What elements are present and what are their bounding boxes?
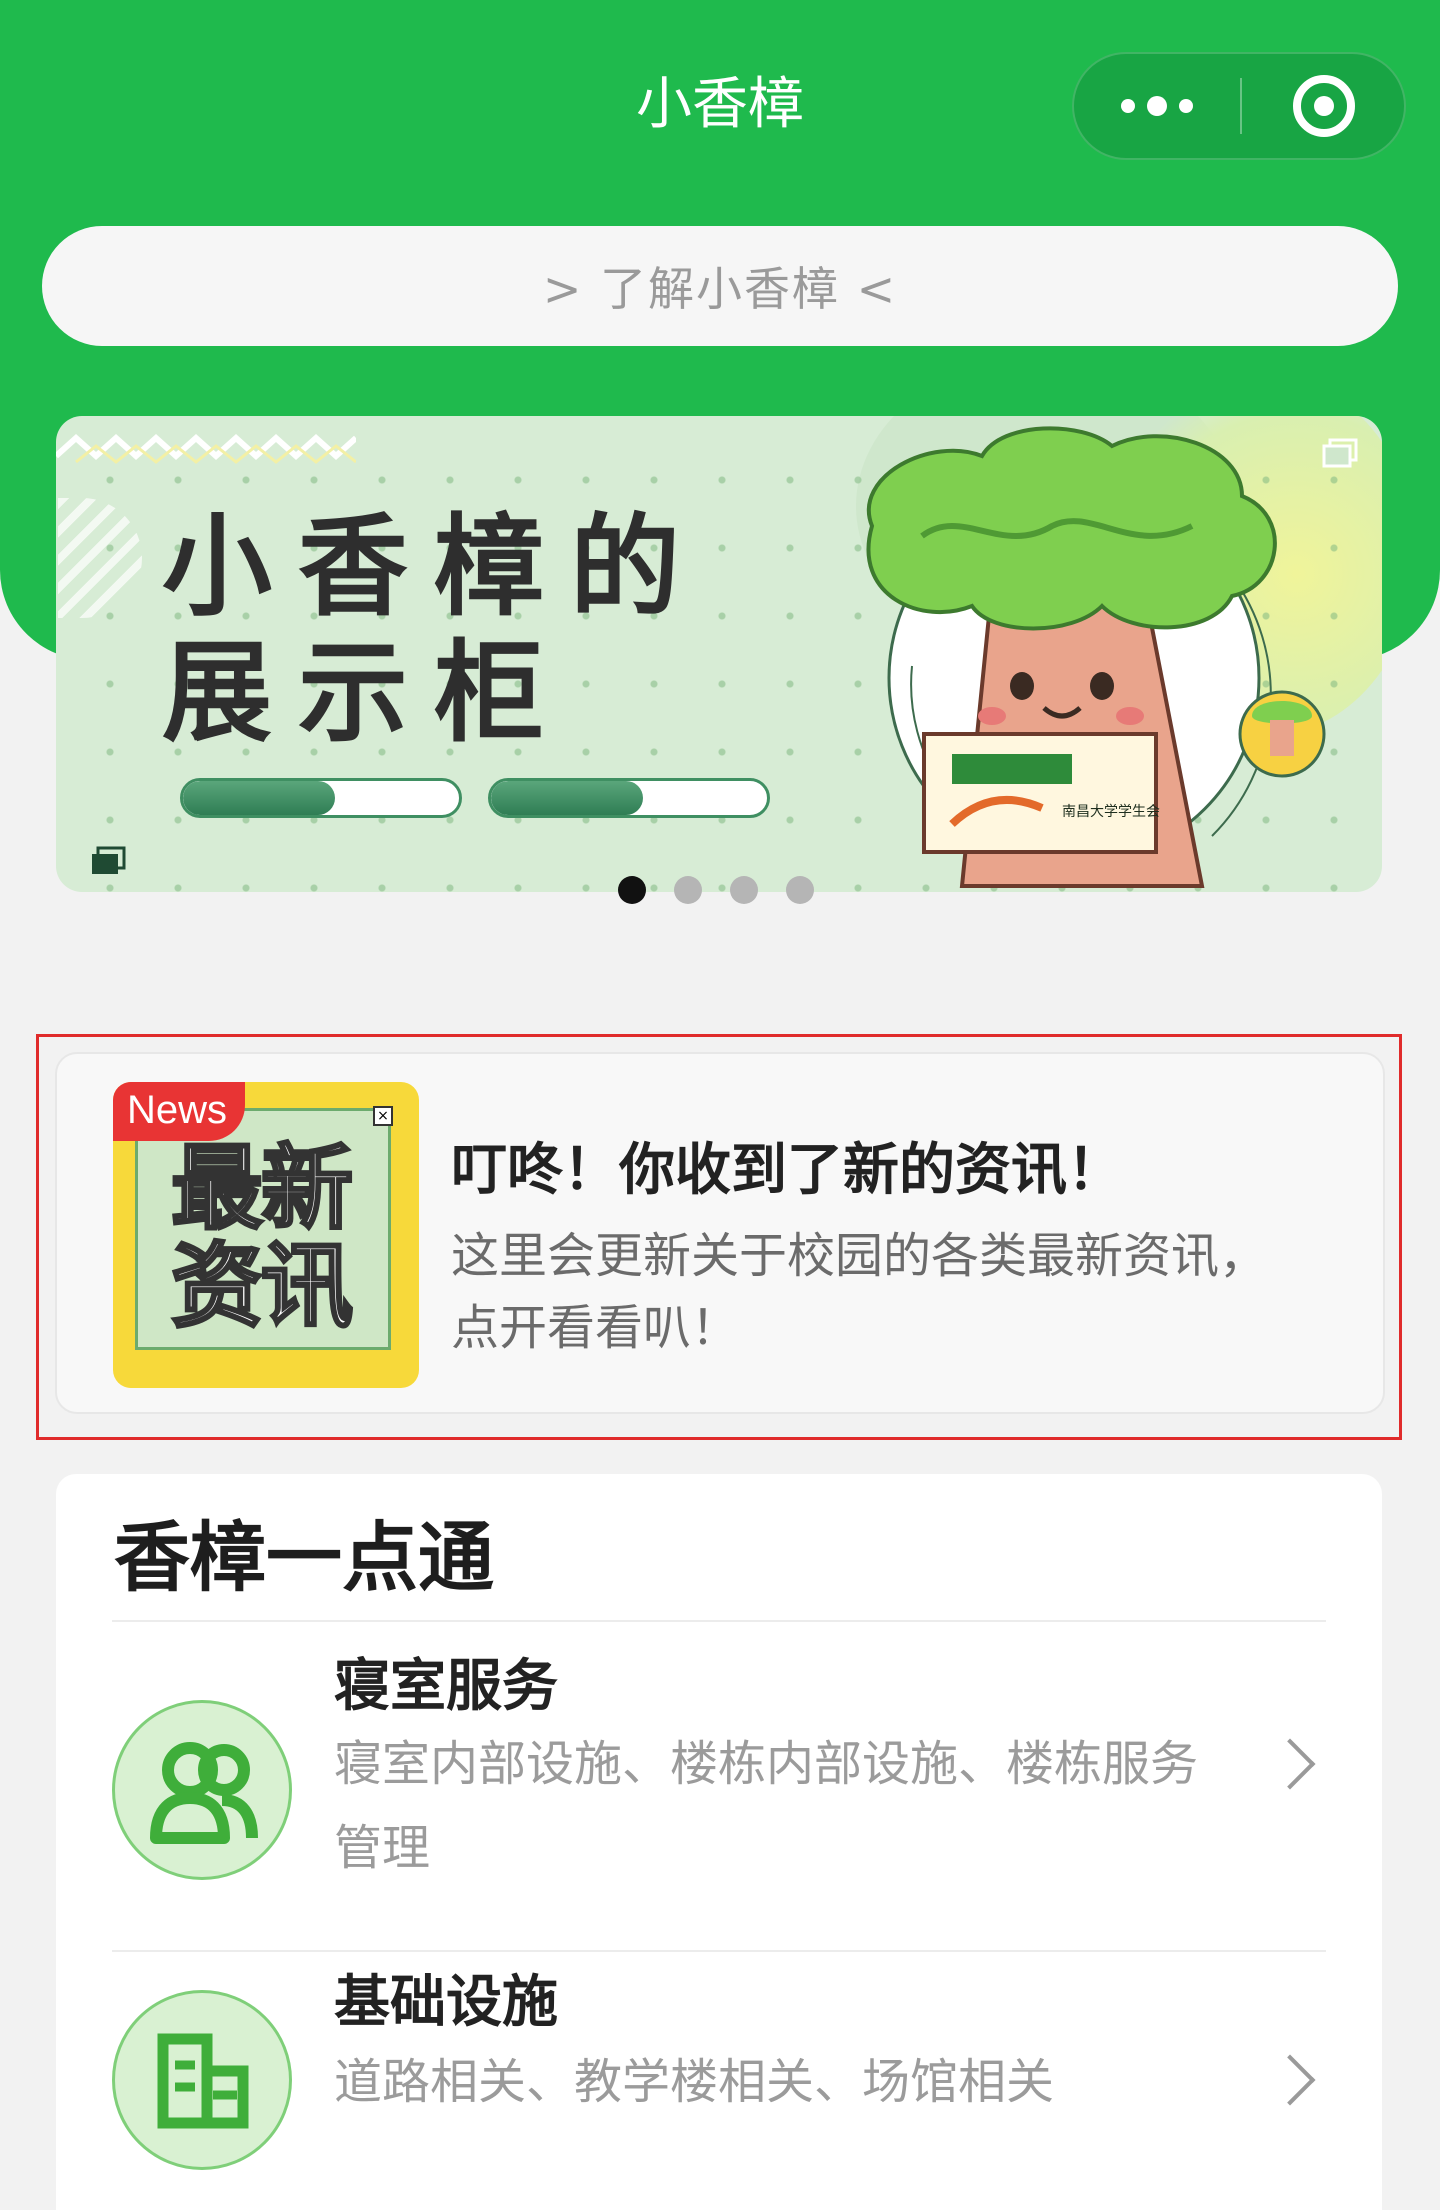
service-item-dorm[interactable]: 寝室服务 寝室内部设施、楼栋内部设施、楼栋服务管理 (112, 1620, 1326, 1950)
building-icon (112, 1990, 292, 2170)
news-thumb-line: 最新 (169, 1135, 354, 1242)
service-description: 寝室内部设施、楼栋内部设施、楼栋服务管理 (334, 1736, 1199, 1876)
mini-program-capsule (1072, 52, 1406, 160)
progress-fill (491, 781, 643, 815)
carousel-dot[interactable] (786, 876, 814, 904)
learn-more-button[interactable]: > 了解小香樟 < (42, 226, 1398, 346)
news-description: 这里会更新关于校园的各类最新资讯，点开看看叭！ (451, 1228, 1268, 1356)
news-title: 叮咚！你收到了新的资讯！ (451, 1138, 1123, 1203)
carousel-dot[interactable] (730, 876, 758, 904)
news-thumb-line: 资讯 (169, 1233, 354, 1340)
more-dot-icon (1147, 96, 1167, 116)
carousel-dot[interactable] (674, 876, 702, 904)
zigzag-decoration (56, 433, 356, 464)
news-tag: News (113, 1082, 246, 1141)
tree-mascot-illustration: 南昌大学学生会 (866, 426, 1326, 888)
carousel-indicator (618, 876, 814, 904)
more-menu-button[interactable] (1074, 54, 1240, 158)
more-dot-icon (1179, 99, 1193, 113)
mascot-box-text: 南昌大学学生会 (1062, 804, 1160, 820)
more-dot-icon (1121, 99, 1135, 113)
service-name: 基础设施 (334, 1970, 558, 2035)
news-thumbnail: × 最新 资讯 News (113, 1082, 419, 1388)
users-icon (112, 1700, 292, 1880)
close-button[interactable] (1242, 54, 1406, 158)
news-thumb-text: 最新 资讯 (169, 1135, 354, 1340)
service-item-infrastructure[interactable]: 基础设施 道路相关、教学楼相关、场馆相关 (112, 1950, 1326, 2210)
chevron-right-icon (1264, 1738, 1316, 1790)
banner-progress-bars (180, 778, 770, 818)
service-name: 寝室服务 (334, 1654, 558, 1719)
banner-title-line: 展示柜 (162, 629, 570, 757)
progress-fill (183, 781, 335, 815)
news-card[interactable]: × 最新 资讯 News 叮咚！你收到了新的资讯！ 这里会更新关于校园的各类最新… (55, 1052, 1385, 1414)
banner-title: 小香樟的 展示柜 (162, 504, 706, 756)
chevron-right-icon (1264, 2054, 1316, 2106)
progress-bar (488, 778, 770, 818)
close-target-icon (1293, 75, 1355, 137)
progress-bar (180, 778, 462, 818)
service-description: 道路相关、教学楼相关、场馆相关 (334, 2054, 1055, 2110)
thumb-close-icon: × (373, 1106, 393, 1126)
carousel-dot[interactable] (618, 876, 646, 904)
banner-carousel[interactable]: 小香樟的 展示柜 南昌大学学生会 (56, 416, 1382, 892)
banner-title-line: 小香樟的 (162, 503, 706, 631)
copy-icon (92, 846, 126, 874)
services-panel: 香樟一点通 寝室服务 寝室内部设施、楼栋内部设施、楼栋服务管理 基础设施 道路相… (56, 1474, 1382, 2210)
services-title: 香樟一点通 (114, 1513, 494, 1602)
